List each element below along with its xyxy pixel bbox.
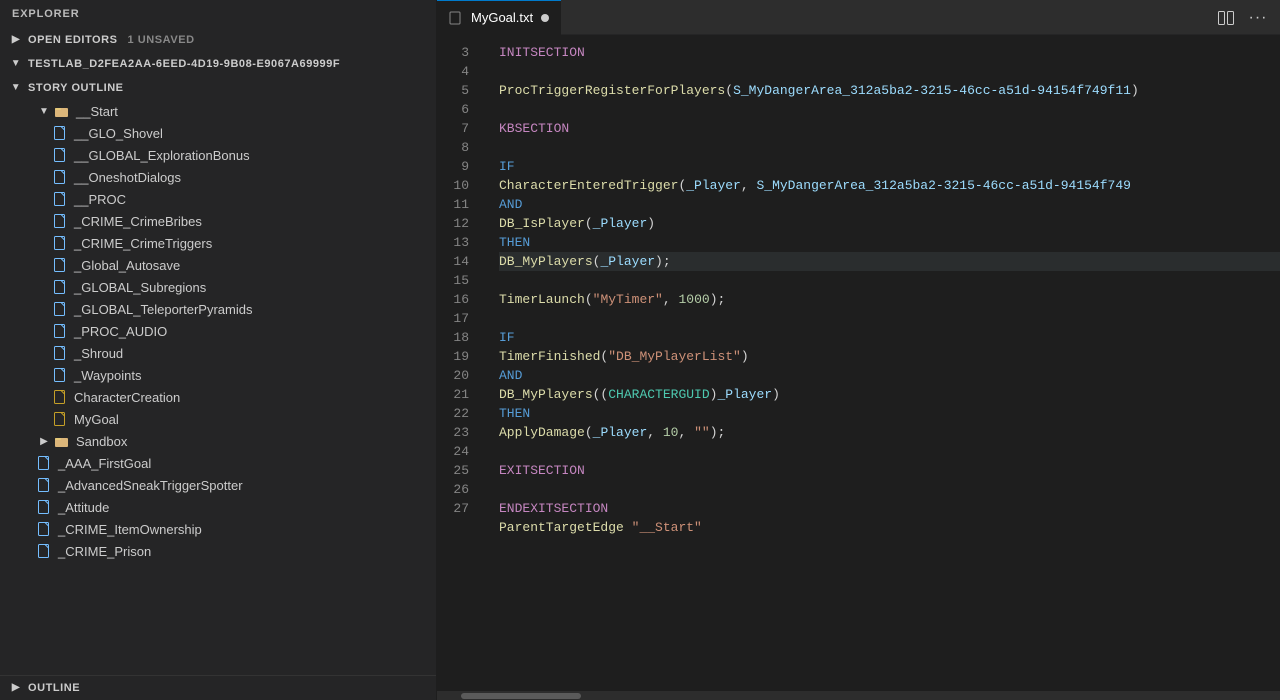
split-editor-button[interactable] — [1214, 6, 1238, 30]
file-icon — [52, 125, 68, 141]
folder-icon-sandbox — [54, 433, 70, 449]
file-icon-autosave — [52, 257, 68, 273]
file-icon-crime-triggers — [52, 235, 68, 251]
testlab-section[interactable]: ▼ TESTLAB_D2FEA2AA-6EED-4D19-9B08-E9067A… — [0, 52, 436, 76]
scrollbar-thumb[interactable] — [461, 693, 581, 699]
tree-label-crime-bribes: _CRIME_CrimeBribes — [74, 214, 202, 229]
story-outline-label: STORY OUTLINE — [28, 82, 124, 94]
file-icon-waypoints — [52, 367, 68, 383]
tree-label-shroud: _Shroud — [74, 346, 123, 361]
file-icon-aaa-first — [36, 455, 52, 471]
outline-section[interactable]: ▶ OUTLINE — [0, 675, 436, 700]
tree-label-glo-shovel: __GLO_Shovel — [74, 126, 163, 141]
tree-label-aaa-first: _AAA_FirstGoal — [58, 456, 151, 471]
tree-label-crime-item: _CRIME_ItemOwnership — [58, 522, 202, 537]
tab-label: MyGoal.txt — [471, 10, 533, 25]
chevron-right-icon-sandbox: ▶ — [36, 433, 52, 449]
editor-toolbar: ··· — [1214, 6, 1270, 30]
testlab-label: TESTLAB_D2FEA2AA-6EED-4D19-9B08-E9067A69… — [28, 58, 340, 70]
file-tab-icon — [449, 11, 463, 25]
tree-item-crime-item[interactable]: _CRIME_ItemOwnership — [0, 518, 436, 540]
tree-item-sandbox[interactable]: ▶ Sandbox — [0, 430, 436, 452]
tree-item-aaa-first[interactable]: _AAA_FirstGoal — [0, 452, 436, 474]
tree-item-glo-shovel[interactable]: __GLO_Shovel — [0, 122, 436, 144]
more-actions-button[interactable]: ··· — [1246, 6, 1270, 30]
tree-label-crime-prison: _CRIME_Prison — [58, 544, 151, 559]
testlab-chevron: ▼ — [8, 56, 24, 72]
outline-chevron: ▶ — [8, 680, 24, 696]
tab-bar: MyGoal.txt ··· — [437, 0, 1280, 35]
ellipsis-icon: ··· — [1249, 9, 1268, 27]
tree-item-char-creation[interactable]: CharacterCreation — [0, 386, 436, 408]
tree-item-crime-triggers[interactable]: _CRIME_CrimeTriggers — [0, 232, 436, 254]
tree-label-sandbox: Sandbox — [76, 434, 127, 449]
tree-item-crime-prison[interactable]: _CRIME_Prison — [0, 540, 436, 562]
tree-item-waypoints[interactable]: _Waypoints — [0, 364, 436, 386]
story-outline-chevron: ▼ — [8, 80, 24, 96]
tree-label-mygoal: MyGoal — [74, 412, 119, 427]
tree-label-advanced-sneak: _AdvancedSneakTriggerSpotter — [58, 478, 243, 493]
tree-item-global-subregions[interactable]: _GLOBAL_Subregions — [0, 276, 436, 298]
tree-label-proc-audio: _PROC_AUDIO — [74, 324, 167, 339]
split-icon — [1218, 11, 1234, 25]
outline-label: OUTLINE — [28, 682, 80, 694]
file-icon-crime-bribes — [52, 213, 68, 229]
file-icon-teleporter — [52, 301, 68, 317]
tree-item-attitude[interactable]: _Attitude — [0, 496, 436, 518]
horizontal-scrollbar[interactable] — [437, 690, 1280, 700]
file-icon-exploration — [52, 147, 68, 163]
tree-label-global-subregions: _GLOBAL_Subregions — [74, 280, 206, 295]
tab-mygoal[interactable]: MyGoal.txt — [437, 0, 561, 35]
line-numbers: 3 4 5 6 7 8 9 10 11 12 13 14 15 16 17 18… — [437, 35, 487, 690]
code-editor[interactable]: INITSECTION ProcTriggerRegisterForPlayer… — [487, 35, 1280, 690]
file-icon-mygoal — [52, 411, 68, 427]
chevron-down-icon: ▼ — [36, 103, 52, 119]
file-tree: ▼ __Start __GLO_Shovel __GLOBAL_Explorat… — [0, 100, 436, 675]
tree-item-advanced-sneak[interactable]: _AdvancedSneakTriggerSpotter — [0, 474, 436, 496]
tree-item-crime-bribes[interactable]: _CRIME_CrimeBribes — [0, 210, 436, 232]
tree-item-proc[interactable]: __PROC — [0, 188, 436, 210]
tree-item-global-autosave[interactable]: _Global_Autosave — [0, 254, 436, 276]
file-icon-attitude — [36, 499, 52, 515]
file-icon-oneshot — [52, 169, 68, 185]
tree-label-start: __Start — [76, 104, 118, 119]
tree-item-oneshot[interactable]: __OneshotDialogs — [0, 166, 436, 188]
tree-item-proc-audio[interactable]: _PROC_AUDIO — [0, 320, 436, 342]
tree-label-attitude: _Attitude — [58, 500, 109, 515]
tree-label-crime-triggers: _CRIME_CrimeTriggers — [74, 236, 212, 251]
open-editors-chevron: ▶ — [8, 32, 24, 48]
file-icon-crime-item — [36, 521, 52, 537]
code-content: 3 4 5 6 7 8 9 10 11 12 13 14 15 16 17 18… — [437, 35, 1280, 690]
tree-label-char-creation: CharacterCreation — [74, 390, 180, 405]
tree-label-waypoints: _Waypoints — [74, 368, 141, 383]
editor-area: MyGoal.txt ··· 3 4 5 6 7 8 9 10 1 — [437, 0, 1280, 700]
file-icon-proc-audio — [52, 323, 68, 339]
explorer-header: EXPLORER — [0, 0, 436, 28]
open-editors-badge: 1 UNSAVED — [128, 34, 195, 46]
tree-item-global-teleporter[interactable]: _GLOBAL_TeleporterPyramids — [0, 298, 436, 320]
file-icon-proc — [52, 191, 68, 207]
sidebar: EXPLORER ▶ OPEN EDITORS 1 UNSAVED ▼ TEST… — [0, 0, 437, 700]
open-editors-section[interactable]: ▶ OPEN EDITORS 1 UNSAVED — [0, 28, 436, 52]
tab-modified-indicator — [541, 14, 549, 22]
tree-label-global-exploration: __GLOBAL_ExplorationBonus — [74, 148, 250, 163]
tree-item-global-exploration[interactable]: __GLOBAL_ExplorationBonus — [0, 144, 436, 166]
file-icon-shroud — [52, 345, 68, 361]
file-icon-crime-prison — [36, 543, 52, 559]
story-outline-section[interactable]: ▼ STORY OUTLINE — [0, 76, 436, 100]
open-editors-label: OPEN EDITORS — [28, 34, 118, 46]
tree-item-mygoal[interactable]: MyGoal — [0, 408, 436, 430]
folder-open-icon — [54, 103, 70, 119]
file-icon-char-creation — [52, 389, 68, 405]
file-icon-subregions — [52, 279, 68, 295]
tree-label-global-autosave: _Global_Autosave — [74, 258, 180, 273]
tree-item-shroud[interactable]: _Shroud — [0, 342, 436, 364]
tree-item-start[interactable]: ▼ __Start — [0, 100, 436, 122]
tree-label-proc: __PROC — [74, 192, 126, 207]
tree-label-oneshot: __OneshotDialogs — [74, 170, 181, 185]
tree-label-global-teleporter: _GLOBAL_TeleporterPyramids — [74, 302, 252, 317]
file-icon-advanced-sneak — [36, 477, 52, 493]
